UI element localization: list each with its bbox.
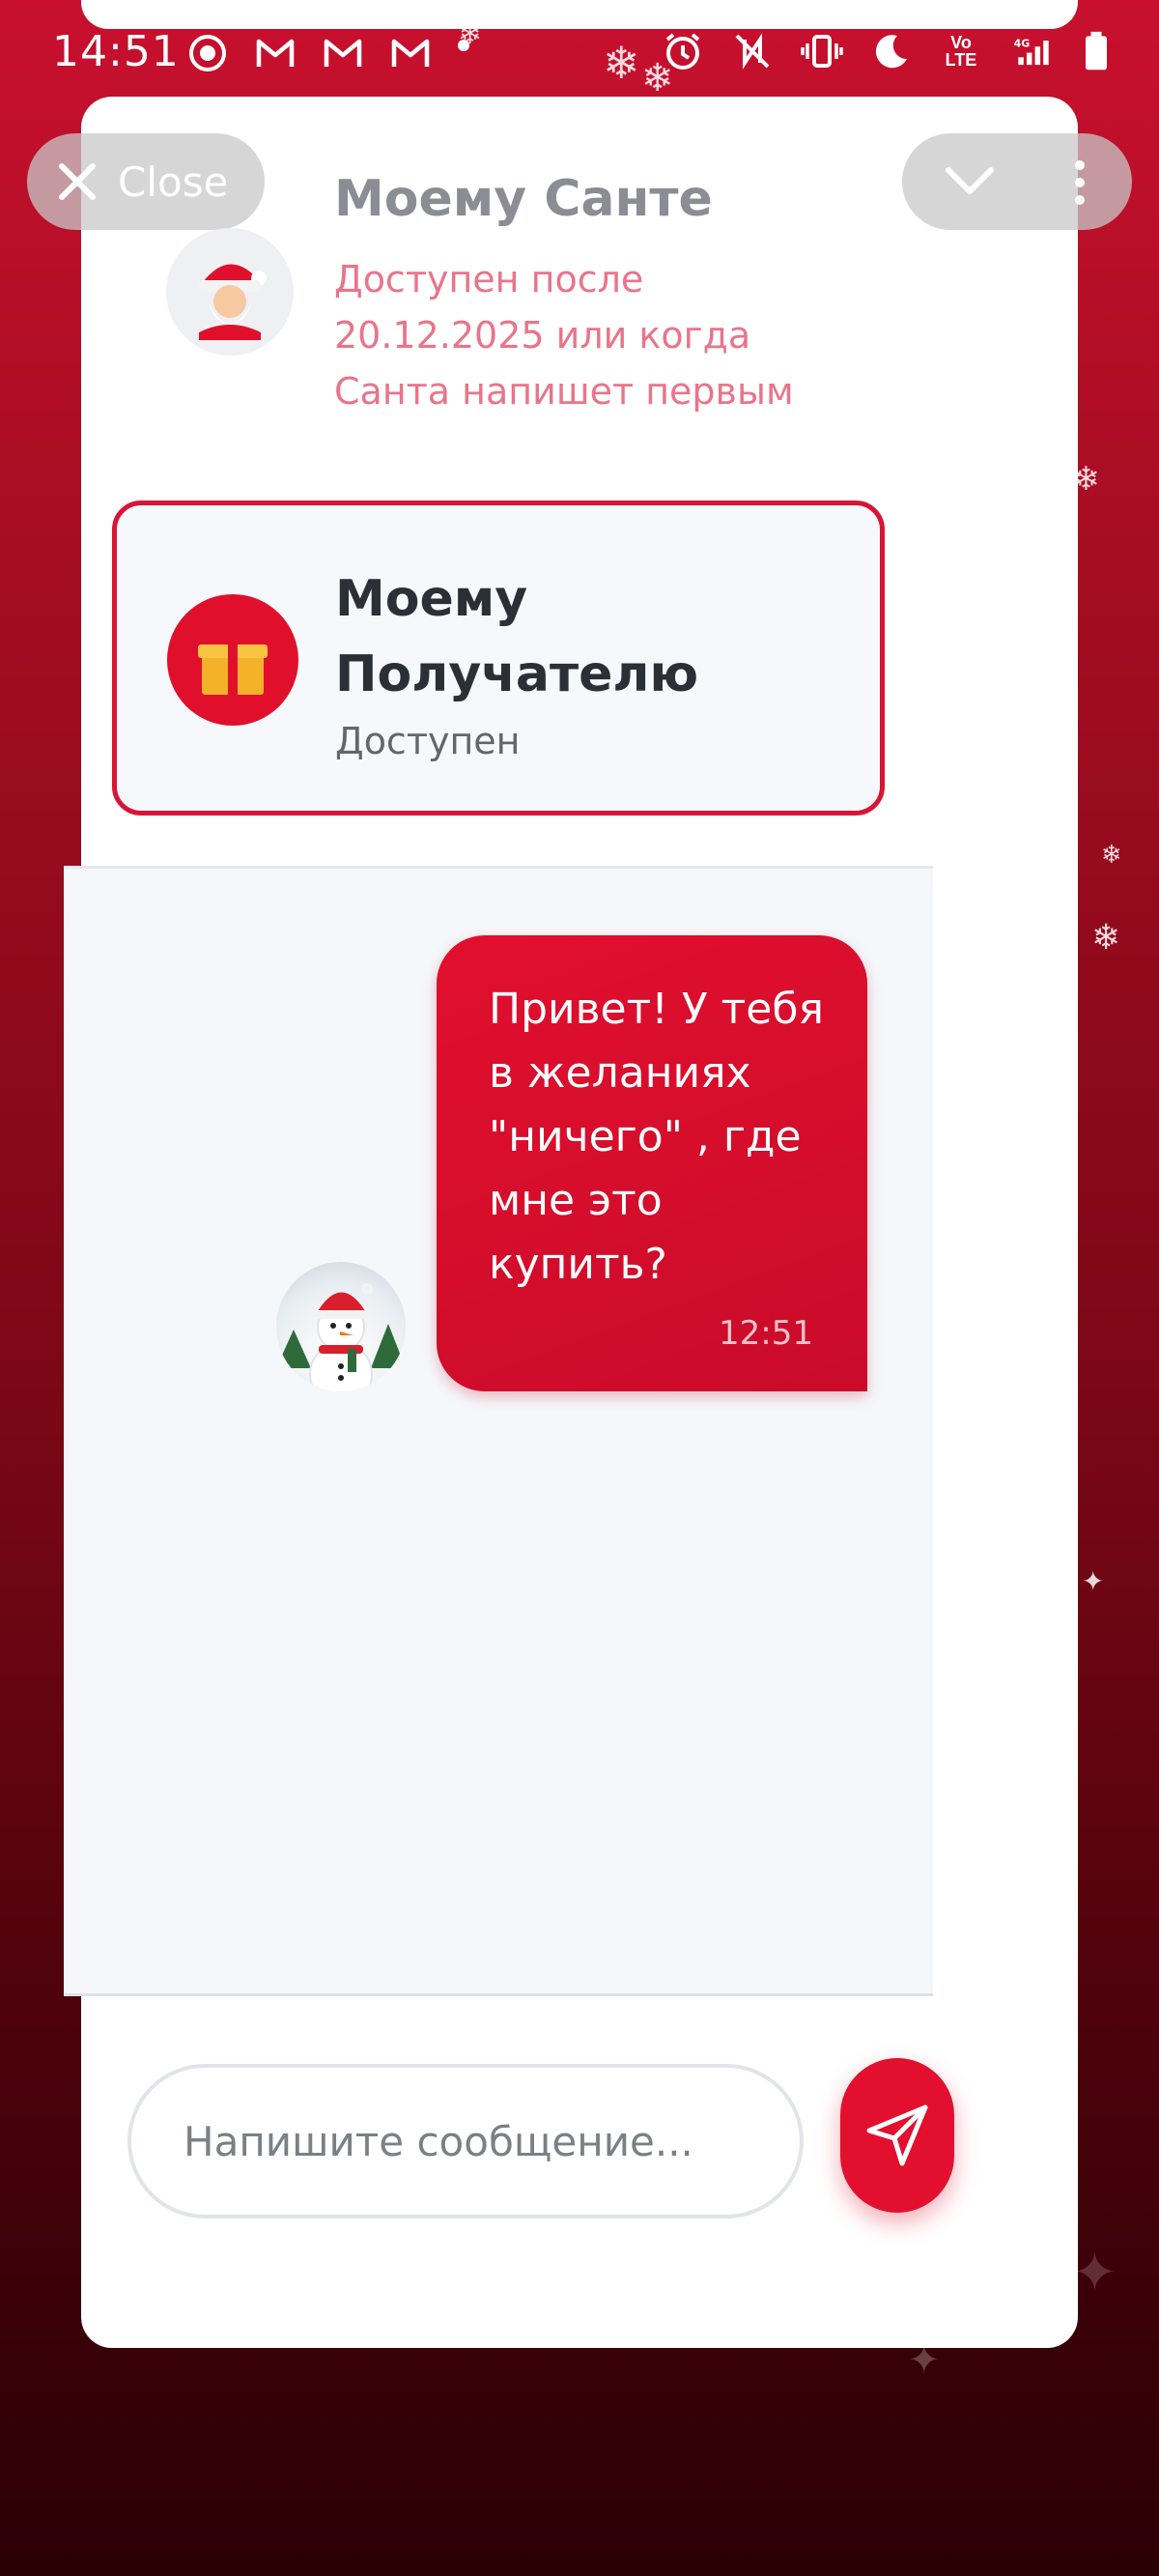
snowman-icon: [276, 1283, 406, 1391]
moon-icon: [867, 27, 916, 75]
recipient-chat-card[interactable]: Моему Получателю Доступен: [112, 501, 885, 816]
snowflake-icon: ❄: [1091, 918, 1121, 958]
battery-icon: [1082, 27, 1111, 75]
more-vert-icon[interactable]: [1070, 158, 1089, 207]
status-left-icons: [184, 29, 473, 77]
message-input[interactable]: [127, 2064, 804, 2218]
divider: [64, 1993, 933, 1996]
gmail-icon: [386, 29, 435, 77]
status-right-icons: Vo LTE 4G: [659, 27, 1111, 75]
recipient-chat-title: Моему Получателю: [335, 570, 699, 703]
santa-avatar[interactable]: [166, 228, 294, 356]
send-icon: [866, 2104, 928, 2166]
santa-chat-availability: Доступен после 20.12.2025 или когда Сант…: [334, 258, 794, 413]
message-text: Привет! У тебя в желаниях "ничего" , где…: [489, 985, 824, 1289]
alarm-icon: [659, 27, 707, 75]
close-button[interactable]: Close: [27, 133, 265, 230]
gift-avatar: [167, 594, 298, 726]
nfc-off-icon: [728, 27, 777, 75]
sheet-controls: [902, 133, 1132, 230]
recipient-chat-status: Доступен: [335, 720, 521, 762]
snowman-avatar: [276, 1262, 406, 1391]
santa-chat-title[interactable]: Моему Санте: [334, 170, 713, 228]
sparkle-icon: ✦: [1072, 2242, 1117, 2304]
santa-icon: [199, 264, 267, 340]
record-icon: [184, 29, 232, 77]
status-time: 14:51: [52, 27, 180, 76]
snowflake-icon: ✦: [1082, 1565, 1105, 1597]
chevron-down-icon[interactable]: [941, 160, 999, 203]
gift-icon: [198, 630, 268, 695]
gmail-icon: [319, 29, 367, 77]
close-label: Close: [118, 157, 229, 206]
status-bar: 14:51 Vo LTE 4G: [0, 0, 1159, 106]
message-time: 12:51: [719, 1314, 813, 1353]
message-bubble[interactable]: Привет! У тебя в желаниях "ничего" , где…: [437, 935, 867, 1391]
snowflake-icon: ❄: [1101, 841, 1122, 870]
send-button[interactable]: [840, 2058, 954, 2213]
close-icon: [59, 163, 96, 200]
vibrate-icon: [798, 27, 846, 75]
volte-icon: Vo LTE: [945, 33, 977, 70]
svg-text:4G: 4G: [1014, 37, 1031, 49]
dot-icon: [454, 29, 473, 77]
gmail-icon: [251, 29, 299, 77]
signal-4g-icon: 4G: [1006, 27, 1060, 75]
